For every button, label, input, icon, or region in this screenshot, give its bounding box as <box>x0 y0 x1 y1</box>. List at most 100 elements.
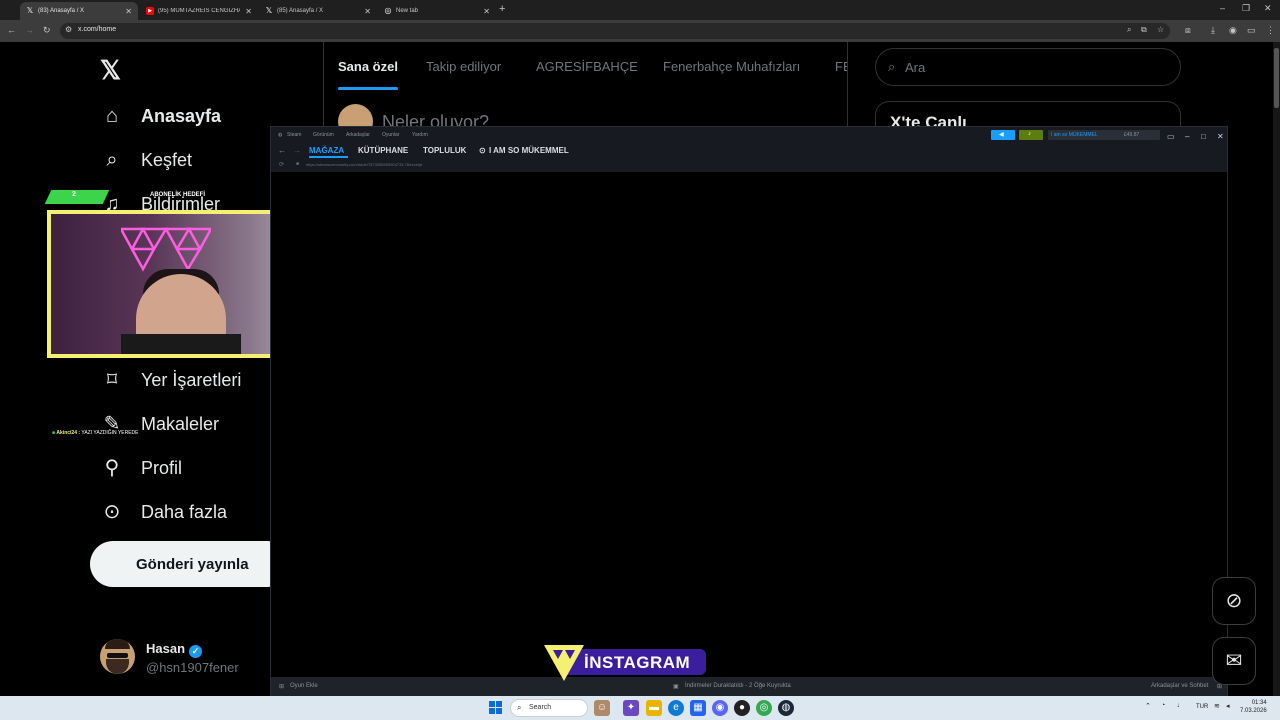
menu-item-friends[interactable]: Arkadaşlar <box>346 132 370 138</box>
restore-icon[interactable]: ❐ <box>1242 3 1250 14</box>
avatar <box>100 639 135 674</box>
account-icon[interactable]: ◉ <box>1229 25 1237 36</box>
search-icon: ⌕ <box>517 703 522 712</box>
share-icon[interactable]: ⧉ <box>1141 25 1147 35</box>
big-picture-icon[interactable]: ▭ <box>1167 132 1175 141</box>
close-window-icon[interactable]: ✕ <box>1264 3 1272 14</box>
menu-item-steam[interactable]: Steam <box>287 132 301 138</box>
steam-icon[interactable]: ◍ <box>778 700 794 716</box>
tab-youtube[interactable]: ▶ (95) MÜMTAZREİS CENGİZHAN ✕ <box>140 2 258 20</box>
nav-community[interactable]: TOPLULUK <box>423 146 466 155</box>
tab-x-home-2[interactable]: 𝕏 (85) Anasayfa / X ✕ <box>259 2 377 20</box>
obs-icon[interactable]: ● <box>734 700 750 716</box>
notifications-button[interactable]: ♪ <box>1019 130 1043 140</box>
post-button[interactable]: Gönderi yayınla <box>90 541 290 587</box>
nav-label: Daha fazla <box>141 501 228 522</box>
menu-item-view[interactable]: Görünüm <box>313 132 334 138</box>
steam-window: ◍ Steam Görünüm Arkadaşlar Oyunlar Yardı… <box>270 126 1228 697</box>
nav-more[interactable]: ⊙ Daha fazla <box>100 497 227 527</box>
messages-button[interactable]: ✉ <box>1212 637 1256 685</box>
nav-store[interactable]: MAĞAZA <box>309 146 344 155</box>
windows-start-icon[interactable] <box>489 701 503 715</box>
address-bar[interactable]: ⚙ x.com/home ⌕ ⧉ ☆ <box>60 23 1170 39</box>
scrollbar[interactable] <box>1273 42 1280 696</box>
clock[interactable]: 01:34 7.03.2026 <box>1240 699 1267 715</box>
star-icon[interactable]: ☆ <box>1157 25 1164 34</box>
tab-following[interactable]: Takip ediliyor <box>426 59 501 74</box>
close-icon[interactable]: ✕ <box>245 7 252 16</box>
site-info-icon[interactable]: ⚙ <box>65 25 72 34</box>
store-icon[interactable]: ▦ <box>690 700 706 716</box>
nav-explore[interactable]: ⌕ Keşfet <box>100 145 192 175</box>
nav-label: Keşfet <box>141 149 193 170</box>
minimize-icon[interactable]: – <box>1220 3 1225 13</box>
tab-list-muhafizlari[interactable]: Fenerbahçe Muhafızları <box>663 59 800 74</box>
nav-home[interactable]: ⌂ Anasayfa <box>100 101 221 131</box>
chat-user: Akinci24 : <box>56 430 81 436</box>
nav-bookmarks[interactable]: ⌑ Yer İşaretleri <box>100 365 242 395</box>
home-icon: ⌂ <box>105 105 119 127</box>
copilot-icon[interactable]: ✦ <box>623 700 639 716</box>
more-icon: ⊙ <box>103 501 121 523</box>
tab-list-fe[interactable]: FE <box>835 59 847 74</box>
bell-icon: ♪ <box>1028 131 1031 137</box>
globe-icon: ◎ <box>384 6 392 15</box>
tab-for-you[interactable]: Sana özel <box>338 59 398 74</box>
close-icon[interactable]: ✕ <box>364 7 371 16</box>
steam-content <box>271 172 1227 677</box>
tab-x-home[interactable]: 𝕏 (83) Anasayfa / X ✕ <box>20 2 138 20</box>
maximize-icon[interactable]: □ <box>1201 132 1206 141</box>
user-name: Hasan <box>146 641 186 656</box>
menu-item-help[interactable]: Yardım <box>412 132 428 138</box>
download-icon[interactable]: ⤓ <box>1211 25 1215 36</box>
extensions-icon[interactable]: ⧈ <box>1185 25 1191 36</box>
language-indicator[interactable]: TUR <box>1196 704 1208 710</box>
widget-icon[interactable]: ☺ <box>594 700 610 716</box>
back-icon[interactable]: ← <box>7 25 16 35</box>
file-explorer-icon[interactable]: ▬ <box>646 700 662 716</box>
zoom-icon[interactable]: ⌕ <box>1127 25 1131 35</box>
tab-title: (85) Anasayfa / X <box>277 8 324 14</box>
edge-icon[interactable]: e <box>668 700 684 716</box>
reload-icon[interactable]: ⟳ <box>279 161 284 168</box>
forward-icon[interactable]: → <box>293 146 301 155</box>
nav-profile[interactable]: ⚲ Profil <box>100 453 182 483</box>
discord-icon[interactable]: ◉ <box>712 700 728 716</box>
instagram-label: İNSTAGRAM <box>584 653 691 672</box>
wifi-icon[interactable]: ≋ <box>1214 702 1220 710</box>
back-icon[interactable]: ← <box>278 146 286 155</box>
tab-new[interactable]: ◎ New tab ✕ <box>378 2 496 20</box>
lock-icon: ■ <box>296 161 300 167</box>
nav-library[interactable]: KÜTÜPHANE <box>358 146 408 155</box>
timeline-tabs: Sana özel Takip ediliyor AGRESİFBAHÇE Fe… <box>324 42 847 90</box>
chrome-icon[interactable]: ◎ <box>756 700 772 716</box>
minimize-icon[interactable]: – <box>1185 132 1189 141</box>
tab-list-agresifbahce[interactable]: AGRESİFBAHÇE <box>536 59 638 74</box>
streamer-logo-icon <box>544 645 584 681</box>
forward-icon[interactable]: → <box>25 25 34 35</box>
reload-icon[interactable]: ↻ <box>43 25 51 36</box>
steam-url-bar[interactable]: ⟳ ■ https://steamcommunity.com/trade/757… <box>271 159 1227 171</box>
volume-icon[interactable]: ◂ <box>1226 702 1230 710</box>
close-icon[interactable]: ✕ <box>125 7 132 16</box>
x-logo-icon[interactable]: 𝕏 <box>100 55 121 86</box>
account-menu[interactable]: I am so MÜKEMMEL £49.87 <box>1048 130 1160 140</box>
grok-button[interactable]: ⊘ <box>1212 577 1256 625</box>
menu-item-games[interactable]: Oyunlar <box>382 132 400 138</box>
add-game-button[interactable]: Oyun Ekle <box>290 683 318 689</box>
nav-profile[interactable]: I AM SO MÜKEMMEL <box>489 146 569 155</box>
network-icon[interactable]: ◔ <box>1161 702 1165 709</box>
announce-button[interactable]: ◀ <box>991 130 1015 140</box>
close-icon[interactable]: ✕ <box>1217 132 1224 141</box>
friends-chat-button[interactable]: Arkadaşlar ve Sohbet <box>1151 683 1208 689</box>
chevron-up-icon[interactable]: ⌃ <box>1145 702 1151 710</box>
search-input[interactable]: ⌕ Ara <box>875 48 1181 86</box>
menu-icon[interactable]: ⋮ <box>1266 25 1275 36</box>
close-icon[interactable]: ✕ <box>483 7 490 16</box>
scrollbar-thumb[interactable] <box>1274 48 1279 108</box>
new-tab-button[interactable]: + <box>499 3 505 15</box>
downloads-status[interactable]: İndirmeler Duraklatıldı - 2 Öğe Kuyrukta <box>685 683 791 689</box>
panel-icon[interactable]: ▭ <box>1247 25 1256 36</box>
mic-icon[interactable]: ♩ <box>1177 702 1184 709</box>
taskbar-search[interactable]: ⌕ Search <box>510 699 588 717</box>
